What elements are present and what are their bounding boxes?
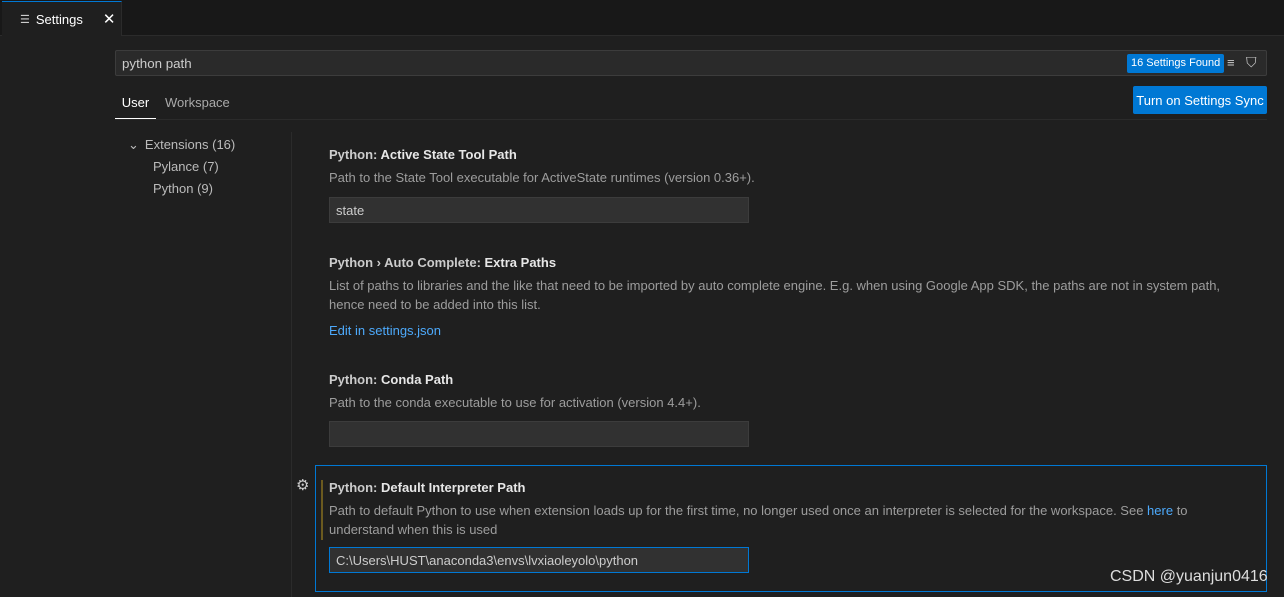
divider: [291, 132, 292, 597]
setting-description: Path to default Python to use when exten…: [329, 503, 1188, 537]
divider: [115, 119, 1267, 120]
active-state-tool-path-input[interactable]: [329, 197, 749, 223]
close-icon[interactable]: ✕: [103, 10, 116, 28]
settings-sync-button[interactable]: Turn on Settings Sync: [1133, 86, 1267, 114]
setting-description: Path to the conda executable to use for …: [329, 395, 701, 410]
filter-icon[interactable]: ⛉: [1246, 54, 1257, 71]
tab-settings[interactable]: ☰ Settings ✕: [2, 1, 122, 36]
clear-filter-icon[interactable]: ≡: [1227, 55, 1235, 70]
setting-title: Python: Conda Path: [329, 372, 454, 387]
conda-path-input[interactable]: [329, 421, 749, 447]
modified-indicator: [321, 480, 323, 540]
setting-description: List of paths to libraries and the like …: [329, 278, 1221, 312]
setting-title: Python › Auto Complete: Extra Paths: [329, 255, 557, 270]
here-link[interactable]: here: [1147, 503, 1173, 518]
default-interpreter-path-input[interactable]: [329, 547, 749, 573]
gear-icon[interactable]: ⚙: [296, 476, 309, 494]
tree-item-extensions[interactable]: ⌄ Extensions (16): [128, 137, 235, 153]
tab-bar: [0, 0, 1284, 36]
tab-user[interactable]: User: [115, 95, 156, 119]
tree-item-pylance[interactable]: Pylance (7): [153, 159, 219, 174]
tab-title: Settings: [35, 11, 83, 27]
tab-workspace[interactable]: Workspace: [165, 95, 230, 110]
setting-title: Python: Default Interpreter Path: [329, 480, 526, 495]
search-input[interactable]: [115, 50, 1267, 76]
setting-title: Python: Active State Tool Path: [329, 147, 517, 162]
settings-found-badge: 16 Settings Found: [1127, 54, 1225, 73]
setting-description: Path to the State Tool executable for Ac…: [329, 170, 755, 185]
settings-editor-icon: ☰: [20, 13, 30, 26]
edit-in-settings-json-link[interactable]: Edit in settings.json: [329, 323, 441, 338]
tree-item-python[interactable]: Python (9): [153, 181, 213, 196]
watermark: CSDN @yuanjun0416: [1110, 568, 1268, 585]
chevron-down-icon: ⌄: [128, 137, 139, 152]
